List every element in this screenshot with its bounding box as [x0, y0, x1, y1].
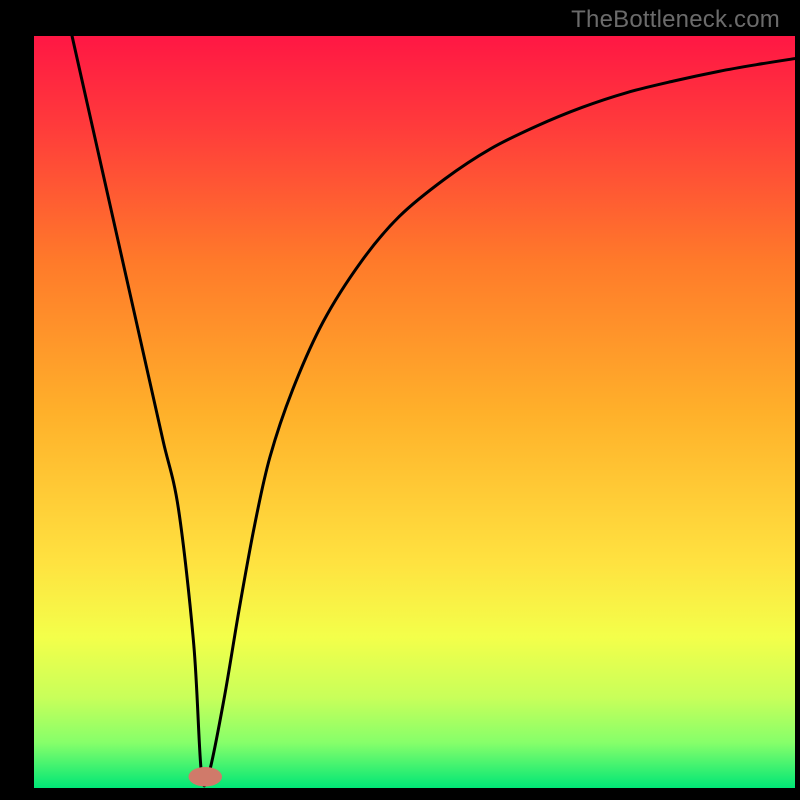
chart-container: TheBottleneck.com	[0, 0, 800, 800]
bottleneck-chart	[0, 0, 800, 800]
minimum-marker	[188, 767, 221, 787]
plot-background	[34, 36, 795, 788]
watermark-text: TheBottleneck.com	[571, 6, 780, 34]
